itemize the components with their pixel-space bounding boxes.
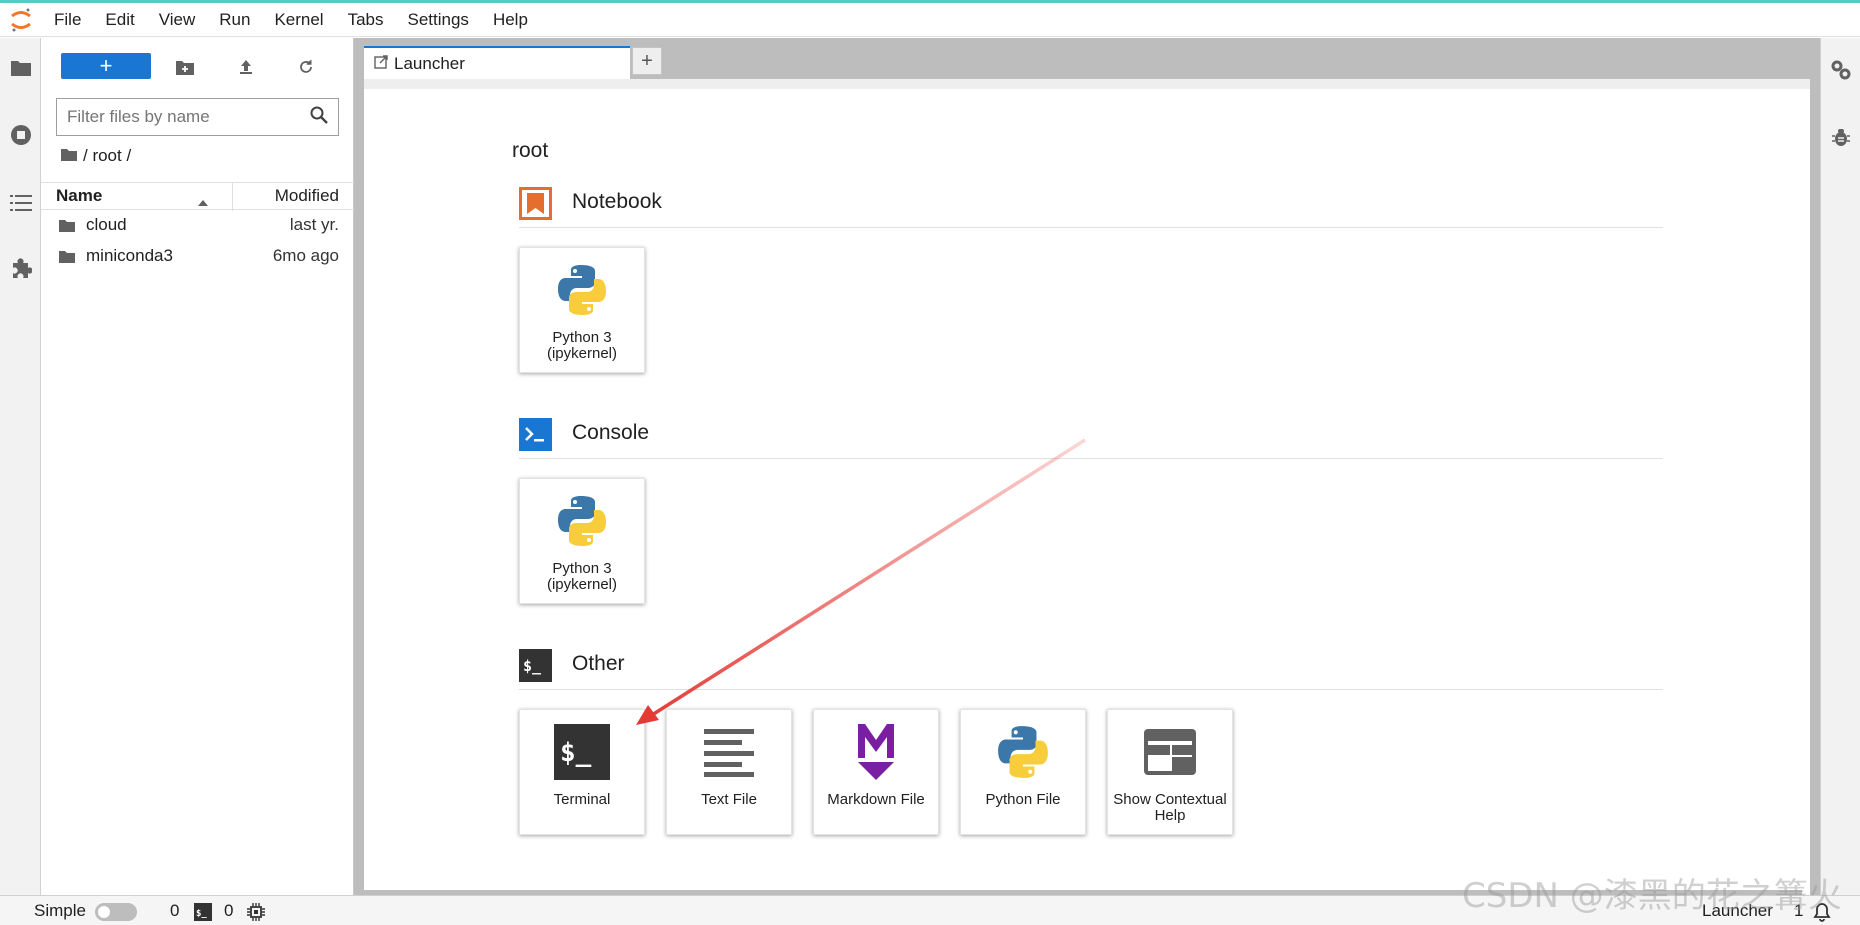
terminal-status-icon: $_: [194, 903, 212, 925]
card-label: Python 3 (ipykernel): [546, 560, 618, 593]
folder-icon: [59, 248, 75, 268]
section-title: Console: [572, 421, 650, 444]
folder-icon: [59, 217, 75, 237]
breadcrumb: / root /: [61, 146, 131, 166]
filter-files-input[interactable]: [67, 107, 297, 127]
terminal-card[interactable]: $_ Terminal: [519, 709, 645, 835]
card-label: Terminal: [553, 791, 611, 808]
file-modified: last yr.: [289, 215, 339, 234]
notebook-icon: [519, 187, 552, 220]
svg-text:$_: $_: [523, 657, 542, 675]
menu-help[interactable]: Help: [481, 3, 540, 37]
card-label: Show Contextual Help: [1113, 791, 1227, 824]
menu-edit[interactable]: Edit: [93, 3, 146, 37]
menu-run[interactable]: Run: [207, 3, 262, 37]
svg-text:$_: $_: [560, 738, 592, 768]
launcher-cwd: root: [512, 139, 549, 162]
right-sidebar-rail: [1820, 38, 1860, 895]
add-tab-button[interactable]: +: [632, 47, 662, 75]
terminal-count[interactable]: 0: [170, 901, 179, 921]
contextual-help-card[interactable]: Show Contextual Help: [1107, 709, 1233, 835]
console-python3-card[interactable]: Python 3 (ipykernel): [519, 478, 645, 604]
section-header: $_ Other: [519, 644, 1663, 690]
card-label: Text File: [701, 791, 757, 808]
launcher-tab-icon: [374, 54, 388, 74]
card-label: Markdown File: [827, 791, 925, 808]
search-icon: [310, 106, 328, 129]
svg-text:$_: $_: [196, 909, 207, 919]
left-sidebar-rail: [0, 38, 41, 895]
terminal-section-icon: $_: [519, 649, 552, 682]
file-row-cloud[interactable]: cloud last yr.: [41, 210, 354, 240]
markdown-icon: [814, 720, 938, 784]
python-file-card[interactable]: Python File: [960, 709, 1086, 835]
column-name-header[interactable]: Name: [56, 186, 102, 206]
section-title: Other: [572, 652, 625, 675]
filter-files-field[interactable]: [56, 98, 339, 136]
markdown-file-card[interactable]: Markdown File: [813, 709, 939, 835]
section-header: Console: [519, 413, 1663, 459]
breadcrumb-folder-icon[interactable]: [61, 146, 77, 166]
section-title: Notebook: [572, 190, 662, 213]
new-launcher-button[interactable]: +: [61, 53, 151, 79]
column-divider[interactable]: [232, 183, 233, 211]
simple-mode-label: Simple: [34, 901, 86, 920]
menu-settings[interactable]: Settings: [396, 3, 481, 37]
sort-ascending-icon: [198, 191, 208, 211]
terminal-icon: $_: [520, 720, 644, 784]
menu-kernel[interactable]: Kernel: [262, 3, 335, 37]
launcher-scroll-track[interactable]: [1802, 89, 1810, 900]
file-name: cloud: [86, 215, 127, 234]
menu-tabs[interactable]: Tabs: [336, 3, 396, 37]
file-list-header: Name Modified: [41, 182, 354, 211]
property-inspector-gears-icon[interactable]: [1821, 50, 1860, 90]
kernel-count[interactable]: 0: [224, 901, 233, 921]
section-header: Notebook: [519, 182, 1663, 228]
watermark: CSDN @漆黑的花之篝火: [1462, 876, 1842, 916]
folder-icon[interactable]: [0, 48, 41, 88]
debugger-bug-icon[interactable]: [1821, 117, 1860, 157]
file-name: miniconda3: [86, 246, 173, 265]
upload-icon[interactable]: [232, 53, 260, 81]
tab-launcher[interactable]: Launcher: [364, 46, 630, 79]
console-icon: [519, 418, 552, 451]
column-modified-header[interactable]: Modified: [275, 186, 339, 206]
file-modified: 6mo ago: [272, 246, 339, 265]
table-of-contents-icon[interactable]: [0, 183, 41, 223]
refresh-icon[interactable]: [292, 53, 320, 81]
notebook-python3-card[interactable]: Python 3 (ipykernel): [519, 247, 645, 373]
file-row-miniconda3[interactable]: miniconda3 6mo ago: [41, 241, 354, 271]
tab-label: Launcher: [394, 53, 465, 73]
text-file-card[interactable]: Text File: [666, 709, 792, 835]
jupyter-logo-icon: [0, 3, 42, 37]
new-folder-icon[interactable]: [171, 53, 199, 81]
file-browser-panel: + / root / Name Modified cloud last yr.: [41, 38, 354, 895]
running-sessions-icon[interactable]: [0, 115, 41, 155]
python-logo-icon: [520, 258, 644, 322]
breadcrumb-path[interactable]: / root /: [83, 146, 131, 166]
card-label: Python 3 (ipykernel): [546, 329, 618, 362]
extension-puzzle-icon[interactable]: [0, 248, 41, 288]
menu-view[interactable]: View: [147, 3, 208, 37]
launcher-panel: root Notebook Python 3 (ipykernel) Conso…: [364, 79, 1810, 900]
menubar: File Edit View Run Kernel Tabs Settings …: [0, 3, 1860, 37]
kernel-chip-icon: [247, 903, 265, 925]
menu-file[interactable]: File: [42, 3, 93, 37]
main-dock-area: Launcher + root Notebook Python 3 (ipyke…: [354, 38, 1820, 900]
simple-mode-toggle[interactable]: [95, 903, 137, 921]
python-logo-icon: [520, 489, 644, 553]
text-file-icon: [667, 720, 791, 784]
card-label: Python File: [985, 791, 1061, 808]
contextual-help-icon: [1108, 720, 1232, 784]
python-logo-icon: [961, 720, 1085, 784]
